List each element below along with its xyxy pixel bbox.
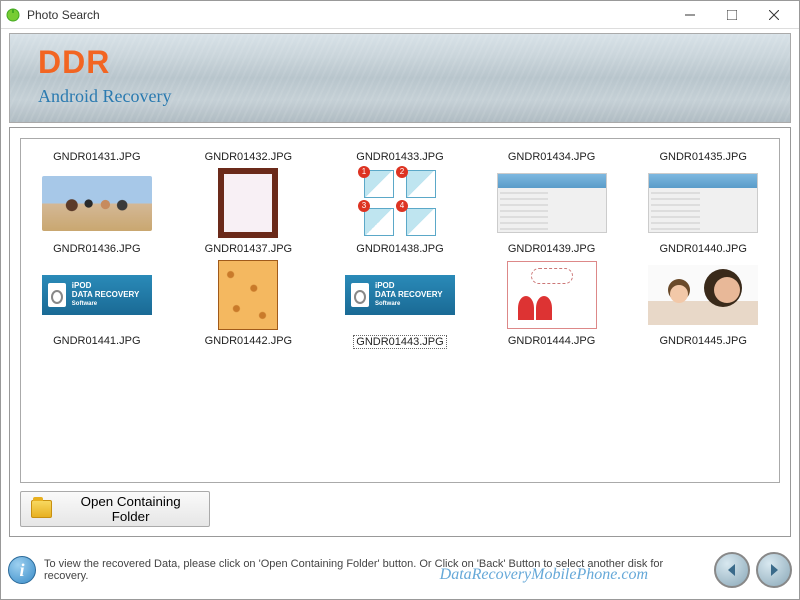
- minimize-button[interactable]: [669, 2, 711, 28]
- thumbnail-item[interactable]: GNDR01440.JPG: [631, 167, 775, 255]
- thumbnail-image: iPODDATA RECOVERYSoftware: [345, 259, 455, 331]
- thumbnail-image: [648, 259, 758, 331]
- footer-info-text: To view the recovered Data, please click…: [44, 558, 708, 582]
- thumbnail-label: GNDR01440.JPG: [659, 243, 746, 255]
- thumbnail-grid: GNDR01431.JPG GNDR01432.JPG GNDR01433.JP…: [25, 147, 775, 349]
- thumbnail-label: GNDR01438.JPG: [356, 243, 443, 255]
- thumbnail-label: GNDR01433.JPG: [356, 151, 443, 163]
- open-folder-label: Open Containing Folder: [62, 494, 199, 524]
- thumbnail-label: GNDR01443.JPG: [353, 335, 446, 349]
- footer: i To view the recovered Data, please cli…: [8, 548, 792, 592]
- thumbnail-item[interactable]: GNDR01445.JPG: [631, 259, 775, 349]
- thumbnail-item[interactable]: GNDR01432.JPG: [177, 147, 321, 163]
- thumbnail-label: GNDR01435.JPG: [659, 151, 746, 163]
- titlebar: Photo Search: [1, 1, 799, 29]
- thumbnail-item[interactable]: 1234 GNDR01438.JPG: [328, 167, 472, 255]
- thumbnail-image: [648, 167, 758, 239]
- thumbnail-image: iPODDATA RECOVERYSoftware: [42, 259, 152, 331]
- brand-logo: DDR: [38, 44, 110, 81]
- info-icon: i: [8, 556, 36, 584]
- header-banner: DDR Android Recovery: [9, 33, 791, 123]
- open-containing-folder-button[interactable]: Open Containing Folder: [20, 491, 210, 527]
- thumbnail-label: GNDR01432.JPG: [205, 151, 292, 163]
- thumbnail-item[interactable]: GNDR01435.JPG: [631, 147, 775, 163]
- thumbnail-item[interactable]: GNDR01442.JPG: [177, 259, 321, 349]
- close-button[interactable]: [753, 2, 795, 28]
- maximize-button[interactable]: [711, 2, 753, 28]
- thumbnail-label: GNDR01439.JPG: [508, 243, 595, 255]
- thumbnail-image: [497, 259, 607, 331]
- thumbnail-item[interactable]: GNDR01439.JPG: [480, 167, 624, 255]
- thumbnail-label: GNDR01442.JPG: [205, 335, 292, 347]
- thumbnail-image: [193, 167, 303, 239]
- app-icon: [5, 7, 21, 23]
- thumbnail-label: GNDR01434.JPG: [508, 151, 595, 163]
- thumbnail-item[interactable]: GNDR01434.JPG: [480, 147, 624, 163]
- thumbnail-label: GNDR01436.JPG: [53, 243, 140, 255]
- thumbnail-item[interactable]: GNDR01437.JPG: [177, 167, 321, 255]
- window-title: Photo Search: [27, 8, 669, 22]
- thumbnail-item[interactable]: GNDR01431.JPG: [25, 147, 169, 163]
- thumbnail-item[interactable]: iPODDATA RECOVERYSoftware GNDR01443.JPG: [328, 259, 472, 349]
- thumbnail-label: GNDR01444.JPG: [508, 335, 595, 347]
- folder-icon: [31, 500, 52, 518]
- thumbnail-item[interactable]: GNDR01444.JPG: [480, 259, 624, 349]
- thumbnail-image: [193, 259, 303, 331]
- thumbnail-label: GNDR01431.JPG: [53, 151, 140, 163]
- thumbnail-image: [42, 167, 152, 239]
- next-button[interactable]: [756, 552, 792, 588]
- thumbnail-label: GNDR01441.JPG: [53, 335, 140, 347]
- thumbnail-label: GNDR01445.JPG: [659, 335, 746, 347]
- main-panel: GNDR01431.JPG GNDR01432.JPG GNDR01433.JP…: [9, 127, 791, 537]
- brand-subtitle: Android Recovery: [38, 86, 171, 107]
- back-button[interactable]: [714, 552, 750, 588]
- thumbnail-image: [497, 167, 607, 239]
- thumbnail-item[interactable]: GNDR01436.JPG: [25, 167, 169, 255]
- thumbnail-area[interactable]: GNDR01431.JPG GNDR01432.JPG GNDR01433.JP…: [20, 138, 780, 483]
- thumbnail-item[interactable]: iPODDATA RECOVERYSoftware GNDR01441.JPG: [25, 259, 169, 349]
- thumbnail-item[interactable]: GNDR01433.JPG: [328, 147, 472, 163]
- thumbnail-image: 1234: [345, 167, 455, 239]
- watermark: DataRecoveryMobilePhone.com: [440, 566, 648, 584]
- thumbnail-label: GNDR01437.JPG: [205, 243, 292, 255]
